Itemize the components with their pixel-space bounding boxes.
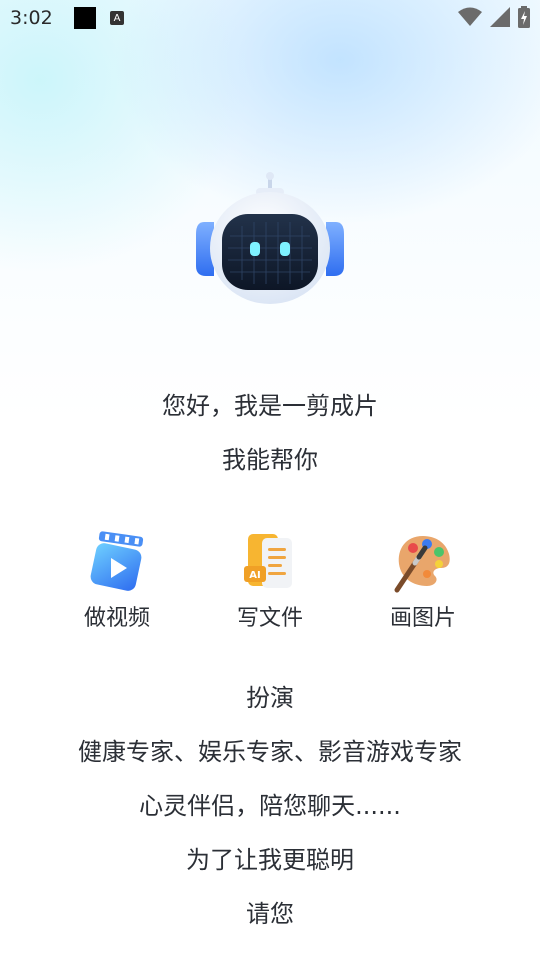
- feature-row: 做视频 AI 写文件 画图片: [0, 530, 540, 640]
- roles-line-3: 为了让我更聪明: [186, 846, 354, 874]
- video-clapper-icon: [85, 530, 149, 594]
- write-document-button[interactable]: AI 写文件: [205, 530, 335, 632]
- status-indicators: [458, 6, 530, 28]
- signal-icon: [490, 7, 510, 27]
- roles-title: 扮演: [246, 684, 294, 712]
- paint-palette-icon: [391, 530, 455, 594]
- write-document-label: 写文件: [236, 606, 303, 631]
- roles-line-2: 心灵伴侣，陪您聊天......: [139, 792, 401, 820]
- make-video-button[interactable]: 做视频: [52, 530, 182, 632]
- status-time: 3:02: [10, 7, 53, 29]
- status-bar: 3:02 A: [0, 0, 540, 36]
- wifi-icon: [458, 7, 482, 26]
- greeting-text: 您好，我是一剪成片: [162, 392, 378, 420]
- a-notification-icon: A: [110, 11, 124, 25]
- ai-document-icon: AI: [238, 530, 302, 594]
- roles-line-1: 健康专家、娱乐专家、影音游戏专家: [78, 738, 462, 766]
- battery-charging-icon: [518, 6, 530, 28]
- robot-icon: [196, 172, 344, 304]
- greeting-subtitle: 我能帮你: [222, 446, 318, 474]
- draw-picture-button[interactable]: 画图片: [358, 530, 488, 632]
- robot-mascot: [190, 170, 350, 310]
- black-square-icon: [74, 7, 96, 29]
- svg-text:AI: AI: [249, 570, 260, 581]
- draw-picture-label: 画图片: [389, 606, 456, 631]
- make-video-label: 做视频: [83, 606, 150, 631]
- roles-line-4: 请您: [246, 900, 294, 928]
